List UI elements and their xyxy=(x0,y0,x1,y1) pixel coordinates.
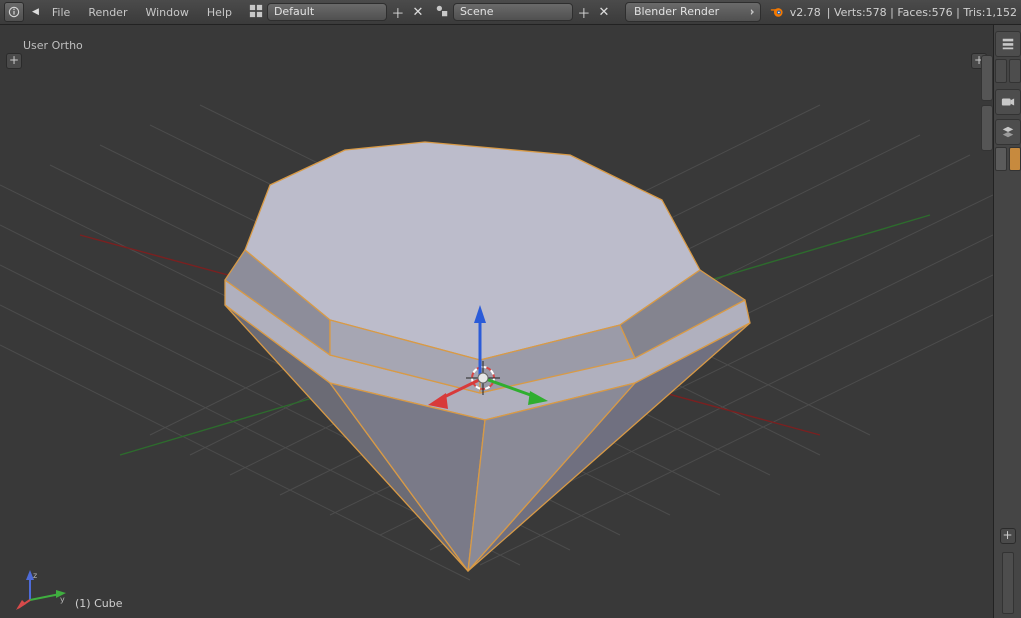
pin-pair[interactable] xyxy=(995,147,1021,171)
panel-scrollbar[interactable] xyxy=(1002,552,1014,614)
view-label: User Ortho xyxy=(23,39,83,52)
blender-logo-icon xyxy=(769,3,784,21)
render-tab[interactable] xyxy=(995,89,1021,115)
layers-icon xyxy=(1001,125,1015,139)
layout-grip-icon[interactable] xyxy=(245,4,267,21)
layout-add-button[interactable]: ＋ xyxy=(389,3,407,21)
panel-expand-toggle[interactable]: + xyxy=(1000,528,1016,544)
version-label: v2.78 xyxy=(790,6,821,19)
menu-collapse-icon[interactable]: ◀ xyxy=(28,3,43,21)
editor-type-dropdown[interactable] xyxy=(4,2,24,22)
axis-compass: z y xyxy=(16,570,66,610)
options-icon xyxy=(1001,37,1015,51)
render-layers-tab[interactable] xyxy=(995,119,1021,145)
menu-file[interactable]: File xyxy=(43,0,79,25)
render-engine-field[interactable]: Blender Render xyxy=(625,2,761,22)
properties-header-strip: + xyxy=(993,25,1021,618)
menu-window[interactable]: Window xyxy=(136,0,197,25)
scene-selector: Scene ＋ ✕ xyxy=(431,3,613,21)
nav-arrows[interactable] xyxy=(995,59,1021,83)
editor-type-button[interactable] xyxy=(995,31,1021,57)
menu-render[interactable]: Render xyxy=(79,0,136,25)
viewport-canvas xyxy=(0,25,993,618)
active-object-label: (1) Cube xyxy=(75,597,122,610)
3d-viewport[interactable]: + + User Ortho z y (1) Cube xyxy=(0,25,993,618)
viewport-expand-toggle-tl[interactable]: + xyxy=(6,53,22,69)
scene-field[interactable]: Scene xyxy=(453,3,573,21)
stats-label: | Verts:578 | Faces:576 | Tris:1,152 xyxy=(827,6,1017,19)
menu-help[interactable]: Help xyxy=(198,0,241,25)
viewport-side-handles[interactable] xyxy=(981,53,993,153)
scene-remove-button[interactable]: ✕ xyxy=(595,3,613,21)
info-icon xyxy=(8,6,20,18)
top-header: ◀ File Render Window Help Default ＋ ✕ Sc… xyxy=(0,0,1021,25)
camera-icon xyxy=(1001,95,1015,109)
svg-text:y: y xyxy=(60,595,65,604)
svg-text:z: z xyxy=(33,571,37,580)
layout-field[interactable]: Default xyxy=(267,3,387,21)
layout-remove-button[interactable]: ✕ xyxy=(409,3,427,21)
scene-grip-icon[interactable] xyxy=(431,4,453,21)
scene-add-button[interactable]: ＋ xyxy=(575,3,593,21)
layout-selector: Default ＋ ✕ xyxy=(245,3,427,21)
render-engine-selector: Blender Render xyxy=(625,2,761,22)
